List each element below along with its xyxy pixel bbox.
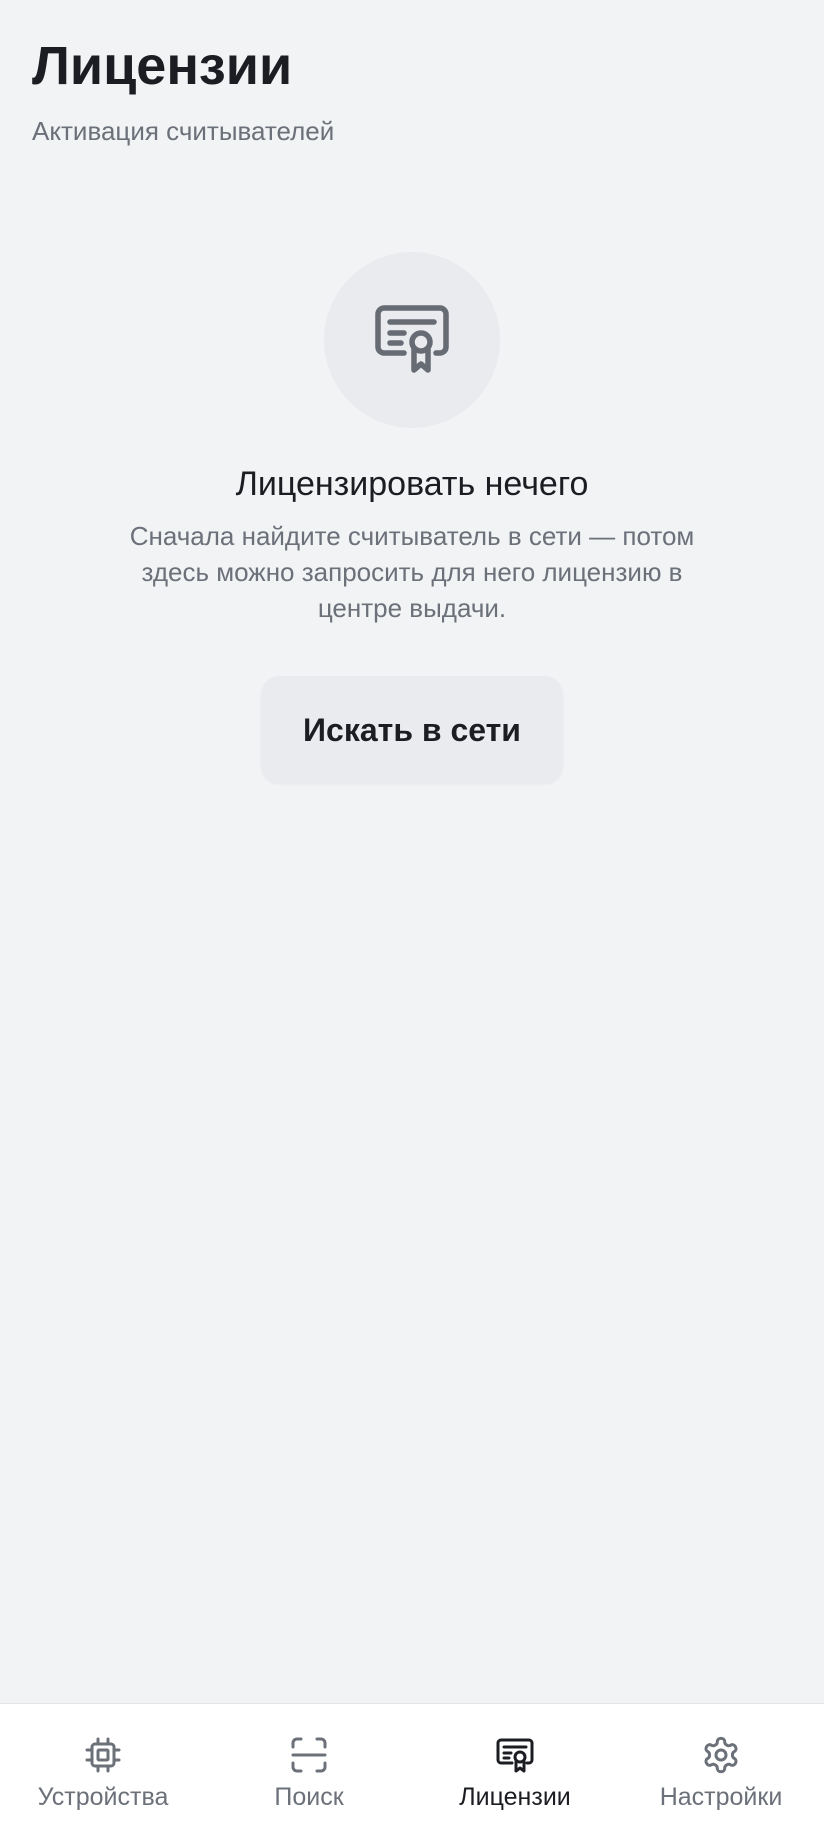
chip-icon <box>82 1734 124 1776</box>
certificate-icon <box>494 1734 536 1776</box>
nav-label-search: Поиск <box>274 1783 344 1811</box>
empty-state: Лицензировать нечего Сначала найдите счи… <box>0 252 824 784</box>
bottom-navigation: Устройства Поиск Лицензии Настройки <box>0 1703 824 1830</box>
search-network-button[interactable]: Искать в сети <box>261 676 563 784</box>
empty-state-text: Сначала найдите считыватель в сети — пот… <box>129 521 695 623</box>
gear-icon <box>700 1734 742 1776</box>
scan-icon <box>288 1734 330 1776</box>
certificate-icon <box>375 305 449 373</box>
empty-state-title: Лицензировать нечего <box>235 465 589 503</box>
page-header: Лицензии Активация считывателей <box>32 36 334 146</box>
nav-item-search[interactable]: Поиск <box>206 1704 412 1830</box>
page-title: Лицензии <box>32 36 293 96</box>
nav-label-licenses: Лицензии <box>459 1783 571 1811</box>
nav-label-settings: Настройки <box>659 1783 783 1811</box>
nav-item-settings[interactable]: Настройки <box>618 1704 824 1830</box>
nav-item-devices[interactable]: Устройства <box>0 1704 206 1830</box>
nav-label-devices: Устройства <box>37 1783 169 1811</box>
empty-state-icon-circle <box>324 252 500 428</box>
page-subtitle: Активация считывателей <box>32 116 335 146</box>
nav-item-licenses[interactable]: Лицензии <box>412 1704 618 1830</box>
